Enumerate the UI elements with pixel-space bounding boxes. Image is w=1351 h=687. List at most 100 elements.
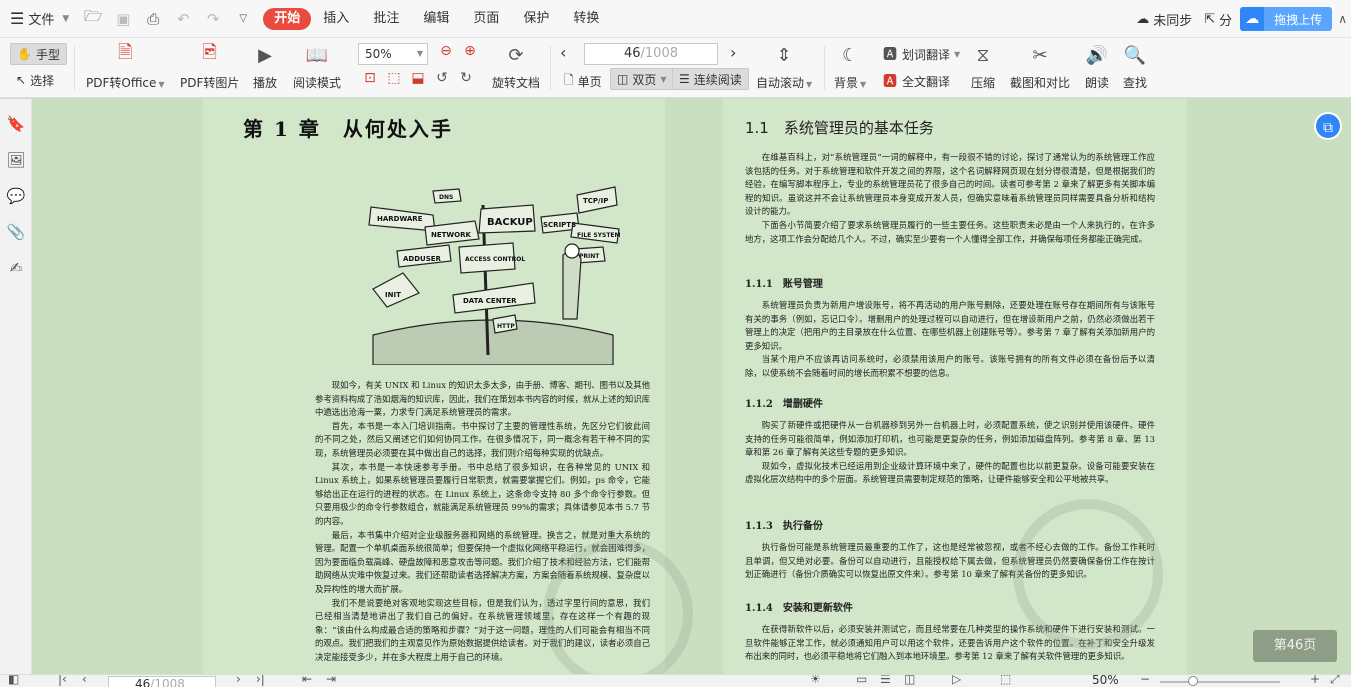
zoom-slider-handle[interactable]	[1188, 676, 1198, 686]
upload-label: 拖拽上传	[1274, 12, 1323, 27]
divider	[550, 46, 551, 90]
tab-insert[interactable]: 插入	[311, 8, 361, 30]
auto-scroll-button[interactable]: ⇕ 自动滚动 ▼	[756, 38, 812, 91]
sign-label: DATA CENTER	[463, 297, 517, 305]
thumbnail-icon[interactable]: 🖼	[6, 151, 26, 171]
screenshot-compare-button[interactable]: ✂ 截图和对比	[1010, 38, 1070, 91]
paragraph: 现如今，虚拟化技术已经运用到企业级计算环境中来了，硬件的配置也比以前更复杂。设备…	[745, 460, 1155, 485]
fullscreen-icon[interactable]: ⤢	[1330, 675, 1340, 687]
sign-label: HARDWARE	[377, 215, 423, 223]
prev-page-icon[interactable]: ‹	[560, 43, 566, 62]
collapse-ribbon-icon[interactable]: ∧	[1338, 12, 1347, 26]
rotate-right-icon[interactable]: ↻	[458, 70, 474, 86]
print-icon[interactable]: ⎙	[143, 10, 163, 28]
continuous-read-button[interactable]: ☰ 连续阅读	[672, 68, 749, 90]
zoom-select[interactable]: 50% ▼	[358, 43, 428, 65]
document-tool-icon: ⧉	[1323, 120, 1333, 136]
read-mode-button[interactable]: 📖 阅读模式	[293, 38, 341, 91]
select-tool-button[interactable]: ↖ 选择	[10, 69, 60, 91]
first-page-icon[interactable]: |‹	[58, 675, 67, 686]
ribbon-toolbar: ✋ 手型 ↖ 选择 🗎 PDF转Office ▼ 🖻 PDF转图片 ▶ 播放 📖 …	[0, 38, 1351, 98]
undo-icon[interactable]: ↶	[173, 10, 193, 28]
tab-convert[interactable]: 转换	[561, 8, 611, 30]
pdf-to-image-button[interactable]: 🖻 PDF转图片	[180, 38, 239, 91]
next-page-icon[interactable]: ›	[730, 43, 736, 62]
double-page-view-icon[interactable]: ◫	[904, 675, 915, 686]
full-translate-button[interactable]: 🅰 全文翻译	[882, 71, 950, 91]
zoom-in-icon[interactable]: ⊕	[462, 43, 478, 59]
play-icon: ▶	[258, 44, 272, 66]
read-aloud-button[interactable]: 🔊 朗读	[1084, 38, 1110, 91]
next-page-icon[interactable]: ›	[236, 675, 241, 686]
fit-icon[interactable]: ⬚	[1000, 675, 1011, 686]
pdf-to-office-button[interactable]: 🗎 PDF转Office ▼	[86, 38, 165, 91]
drag-upload-button[interactable]: ☁ 拖拽上传	[1240, 7, 1333, 31]
save-icon[interactable]: ▣	[113, 10, 133, 28]
zoom-in-icon[interactable]: +	[1310, 675, 1320, 686]
rotate-document-button[interactable]: ⟳ 旋转文档	[492, 38, 540, 91]
tab-page[interactable]: 页面	[461, 8, 511, 30]
zoom-out-icon[interactable]: ⊖	[438, 43, 454, 59]
double-page-button[interactable]: ◫ 双页 ▼	[610, 68, 674, 90]
full-translate-icon: 🅰	[883, 74, 897, 90]
comment-icon[interactable]: 💬	[6, 187, 26, 207]
attachment-icon[interactable]: 📎	[6, 223, 26, 243]
back-icon[interactable]: ⇤	[302, 675, 312, 686]
paragraph: 当某个用户不应该再访问系统时，必须禁用该用户的账号。该账号拥有的所有文件必须在备…	[745, 354, 1155, 378]
background-button[interactable]: ☾ 背景 ▼	[834, 38, 866, 91]
rotate-left-icon[interactable]: ↺	[434, 70, 450, 86]
customize-dropdown-icon[interactable]: ▽	[233, 13, 253, 24]
intro-text: 在维基百科上，对“系统管理员”一词的解释中，有一段很不错的讨论，探讨了通常认为的…	[745, 151, 1155, 246]
signature-icon[interactable]: ✍	[6, 259, 26, 279]
eye-protection-icon[interactable]: ☀	[810, 675, 821, 686]
tab-annotate[interactable]: 批注	[361, 8, 411, 30]
single-page-label: 单页	[577, 74, 602, 89]
compress-button[interactable]: ⧖ 压缩	[970, 38, 996, 91]
continuous-view-icon[interactable]: ☰	[880, 675, 891, 686]
prev-page-icon[interactable]: ‹	[82, 675, 87, 686]
forward-icon[interactable]: ⇥	[326, 675, 336, 686]
page-number-input[interactable]: 46/1008	[584, 43, 718, 65]
hand-tool-button[interactable]: ✋ 手型	[10, 43, 67, 65]
word-translate-button[interactable]: 🅰 划词翻译 ▼	[882, 44, 960, 64]
bookmark-icon[interactable]: 🔖	[6, 115, 26, 135]
tab-start[interactable]: 开始	[263, 7, 312, 30]
redo-icon[interactable]: ↷	[203, 10, 223, 28]
zoom-slider[interactable]	[1160, 681, 1280, 683]
zoom-out-icon[interactable]: −	[1140, 675, 1150, 686]
hamburger-icon: ☰	[10, 9, 25, 28]
quick-access-toolbar: 🗁 ▣ ⎙ ↶ ↷ ▽	[77, 6, 259, 31]
last-page-icon[interactable]: ›|	[256, 675, 265, 686]
file-menu[interactable]: ☰ 文件 ▼	[0, 0, 77, 38]
play-icon[interactable]: ▷	[952, 675, 961, 686]
paragraph: 其次，本书是一本快速参考手册。书中总结了很多知识，在各种常见的 UNIX 和 L…	[315, 461, 650, 526]
single-page-button[interactable]: 🗋 单页	[558, 70, 608, 92]
document-viewport[interactable]: 第 1 章 从何处入手 HARDWARE NETWORK BACKUP SCRI…	[33, 99, 1351, 674]
play-button[interactable]: ▶ 播放	[252, 38, 278, 91]
share-label: 分	[1219, 13, 1233, 29]
floating-tool-button[interactable]: ⧉	[1314, 112, 1342, 140]
status-zoom-label[interactable]: 50%	[1092, 675, 1119, 687]
chevron-down-icon: ▼	[954, 49, 961, 59]
fit-page-icon[interactable]: ⬚	[386, 70, 402, 86]
tab-edit[interactable]: 编辑	[411, 8, 461, 30]
cursor-arrow-icon: ↖	[16, 73, 27, 87]
find-button[interactable]: 🔍 查找	[1122, 38, 1148, 91]
double-page-icon: ◫	[617, 72, 629, 86]
watermark-stamp	[1013, 499, 1163, 649]
actual-size-icon[interactable]: ⊡	[362, 70, 378, 86]
play-label: 播放	[252, 76, 277, 90]
status-bar: ◧ |‹ ‹ 46/1008 › ›| ⇤ ⇥ ☀ ▭ ☰ ◫ ▷ ⬚ 50% …	[0, 674, 1351, 687]
continuous-icon: ☰	[679, 72, 690, 86]
sync-status[interactable]: ☁ 未同步	[1136, 10, 1192, 29]
open-folder-icon[interactable]: 🗁	[83, 6, 103, 31]
sign-label: TCP/IP	[583, 197, 608, 205]
status-page-input[interactable]: 46/1008	[108, 676, 216, 687]
sidebar-toggle-icon[interactable]: ◧	[8, 675, 19, 686]
rotate-label: 旋转文档	[492, 76, 541, 90]
share-button[interactable]: ⇱ 分	[1204, 10, 1232, 29]
sign-label: DNS	[439, 194, 453, 201]
tab-protect[interactable]: 保护	[511, 8, 561, 30]
fit-width-icon[interactable]: ⬓	[410, 70, 426, 86]
single-page-view-icon[interactable]: ▭	[856, 675, 867, 686]
